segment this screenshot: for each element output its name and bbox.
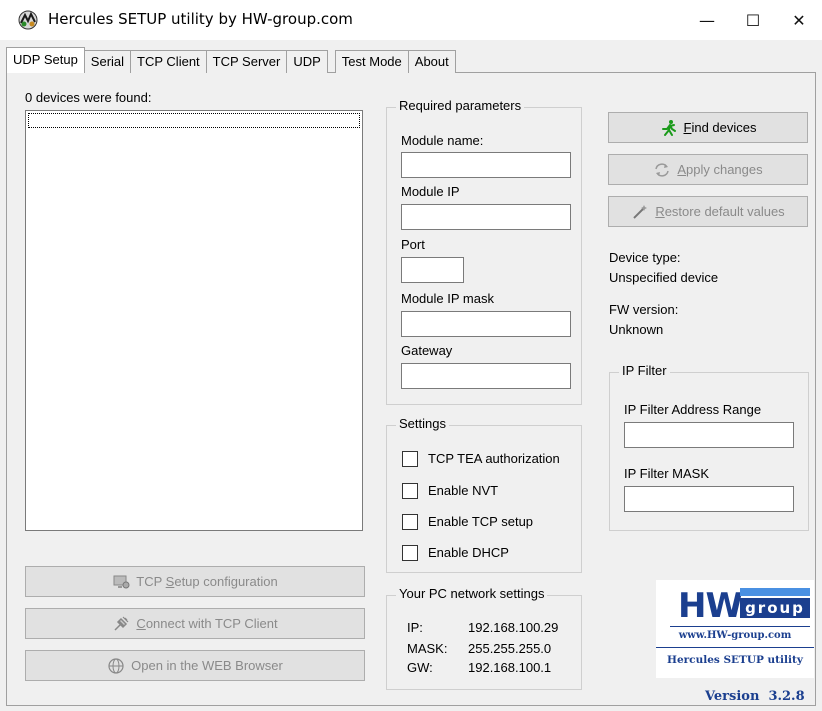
pc-mask-value: 255.255.255.0 xyxy=(468,641,552,656)
pc-network-settings-title: Your PC network settings xyxy=(396,586,548,601)
apply-changes-button[interactable]: Apply changes xyxy=(608,154,808,185)
logo-group-text: group xyxy=(740,598,810,618)
enable-tcp-setup-checkbox[interactable] xyxy=(402,514,418,530)
tab-about[interactable]: About xyxy=(407,50,456,73)
module-name-label: Module name: xyxy=(401,133,484,148)
devices-list[interactable] xyxy=(25,110,363,531)
open-in-web-browser-button[interactable]: Open in the WEB Browser xyxy=(25,650,365,681)
ip-filter-address-range-input[interactable] xyxy=(624,422,794,448)
logo-product-name: Hercules SETUP utility xyxy=(667,654,803,666)
plug-icon xyxy=(112,615,130,633)
port-input[interactable] xyxy=(401,257,464,283)
tcp-tea-authorization-label: TCP TEA authorization xyxy=(428,451,560,466)
restore-default-values-button[interactable]: Restore default values xyxy=(608,196,808,227)
close-button[interactable]: ✕ xyxy=(776,0,822,40)
tcp-tea-authorization-checkbox[interactable] xyxy=(402,451,418,467)
settings-title: Settings xyxy=(396,416,449,431)
maximize-button[interactable]: ☐ xyxy=(730,0,776,40)
port-label: Port xyxy=(401,237,425,252)
logo-url: www.HW-group.com xyxy=(678,630,792,641)
module-name-input[interactable] xyxy=(401,152,571,178)
pc-ip-value: 192.168.100.29 xyxy=(468,620,559,635)
gateway-input[interactable] xyxy=(401,363,571,389)
tab-strip: UDP Setup Serial TCP Client TCP Server U… xyxy=(6,47,456,73)
ip-filter-title: IP Filter xyxy=(619,363,670,378)
module-ip-label: Module IP xyxy=(401,184,460,199)
ip-filter-mask-input[interactable] xyxy=(624,486,794,512)
close-icon: ✕ xyxy=(792,10,806,30)
find-devices-label: Find devices xyxy=(683,120,757,135)
device-type-value: Unspecified device xyxy=(609,270,719,285)
find-devices-button[interactable]: Find devices xyxy=(608,112,808,143)
refresh-icon xyxy=(653,161,671,179)
enable-tcp-setup-label: Enable TCP setup xyxy=(428,514,534,529)
device-type-label: Device type: xyxy=(609,250,681,265)
version-label: Version 3.2.8 xyxy=(705,689,805,704)
enable-nvt-checkbox[interactable] xyxy=(402,483,418,499)
restore-default-values-label: Restore default values xyxy=(655,204,785,219)
tab-serial[interactable]: Serial xyxy=(83,50,132,73)
module-ip-input[interactable] xyxy=(401,204,571,230)
devices-found-label: 0 devices were found: xyxy=(25,90,152,105)
running-man-icon xyxy=(660,119,678,137)
minimize-icon: — xyxy=(699,10,715,30)
hw-group-logo: HW group www.HW-group.com Hercules SETUP… xyxy=(656,580,814,678)
tcp-setup-configuration-button[interactable]: TCP Setup configuration xyxy=(25,566,365,597)
apply-changes-label: Apply changes xyxy=(677,162,763,177)
tab-udp[interactable]: UDP xyxy=(286,50,328,73)
gateway-label: Gateway xyxy=(401,343,453,358)
connect-with-tcp-client-button[interactable]: Connect with TCP Client xyxy=(25,608,365,639)
tcp-setup-configuration-label: TCP Setup configuration xyxy=(136,574,278,589)
pc-ip-label: IP: xyxy=(407,620,423,635)
fw-version-value: Unknown xyxy=(609,322,664,337)
window-title: Hercules SETUP utility by HW-group.com xyxy=(48,10,353,28)
tab-tcp-server[interactable]: TCP Server xyxy=(205,50,288,73)
maximize-icon: ☐ xyxy=(745,10,761,30)
required-parameters-title: Required parameters xyxy=(396,98,525,113)
enable-dhcp-checkbox[interactable] xyxy=(402,545,418,561)
ip-filter-address-range-label: IP Filter Address Range xyxy=(624,402,762,417)
monitor-gear-icon xyxy=(112,573,130,591)
tab-test-mode[interactable]: Test Mode xyxy=(334,50,409,73)
list-focus-row xyxy=(28,113,360,128)
module-ip-mask-input[interactable] xyxy=(401,311,571,337)
logo-divider-2 xyxy=(656,647,814,648)
pc-mask-label: MASK: xyxy=(407,641,448,656)
tab-tcp-client[interactable]: TCP Client xyxy=(130,50,207,73)
minimize-button[interactable]: — xyxy=(684,0,730,40)
globe-icon xyxy=(107,657,125,675)
pc-gw-label: GW: xyxy=(407,660,433,675)
pc-gw-value: 192.168.100.1 xyxy=(468,660,552,675)
logo-stripe xyxy=(740,588,810,596)
tab-udp-setup[interactable]: UDP Setup xyxy=(6,47,85,73)
connect-with-tcp-client-label: Connect with TCP Client xyxy=(136,616,278,631)
module-ip-mask-label: Module IP mask xyxy=(401,291,494,306)
ip-filter-mask-label: IP Filter MASK xyxy=(624,466,710,481)
enable-dhcp-label: Enable DHCP xyxy=(428,545,509,560)
enable-nvt-label: Enable NVT xyxy=(428,483,499,498)
logo-hw-text: HW xyxy=(678,586,743,626)
open-in-web-browser-label: Open in the WEB Browser xyxy=(131,658,283,673)
logo-divider xyxy=(670,626,810,627)
wand-icon xyxy=(631,203,649,221)
hercules-app-icon xyxy=(16,9,40,31)
fw-version-label: FW version: xyxy=(609,302,679,317)
